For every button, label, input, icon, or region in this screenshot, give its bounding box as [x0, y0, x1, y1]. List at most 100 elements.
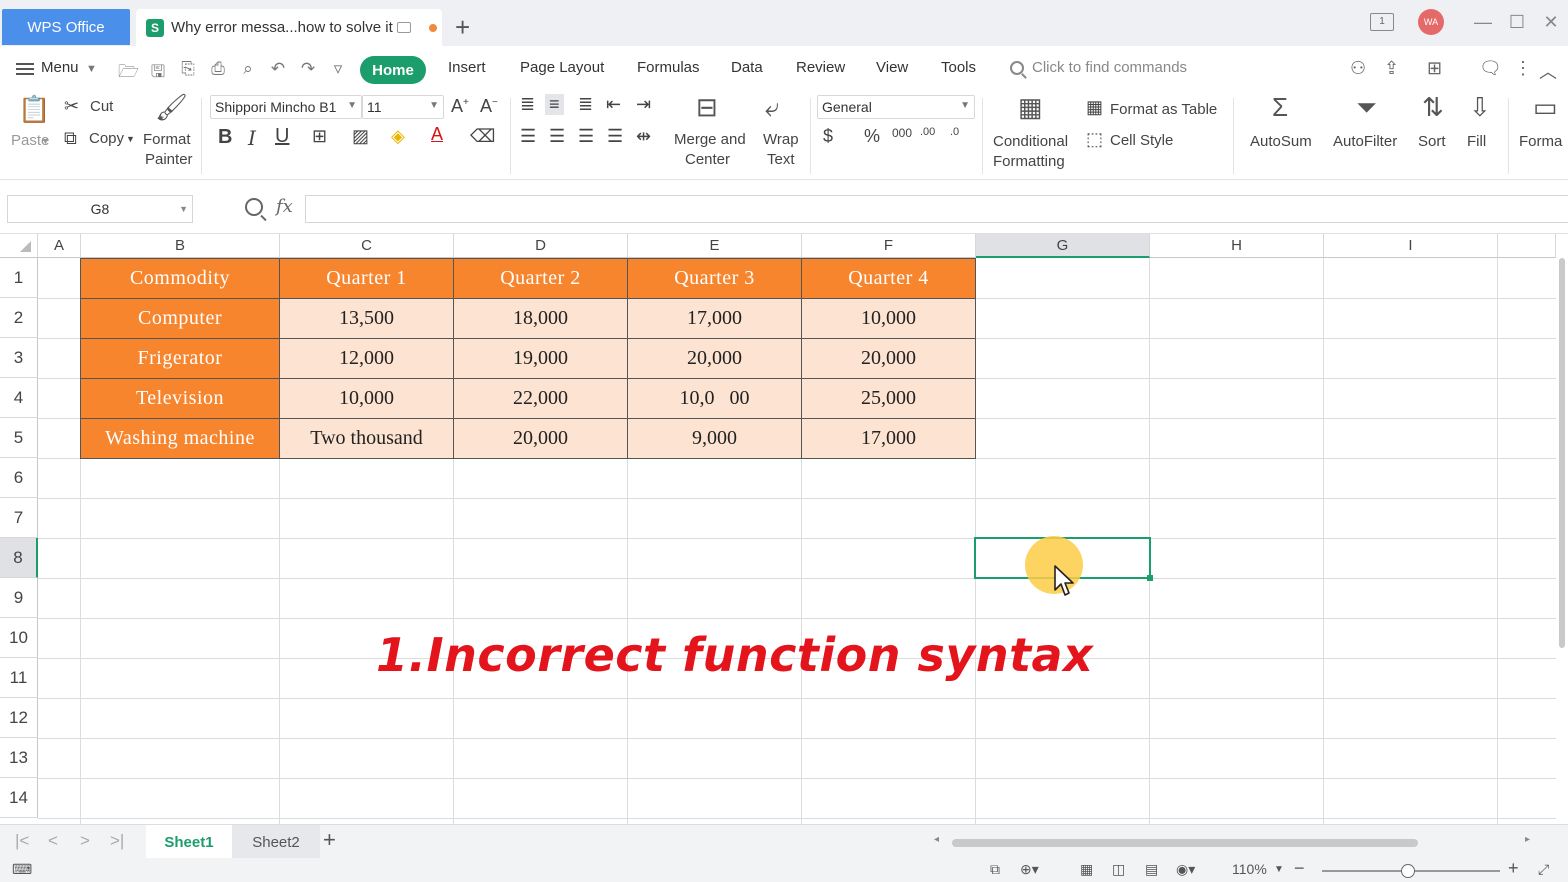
first-sheet-icon[interactable]: |< — [15, 831, 29, 851]
print-icon[interactable]: ⎙ — [208, 59, 228, 88]
column-header-d[interactable]: D — [454, 234, 628, 258]
align-bottom-icon[interactable]: ≣ — [578, 94, 593, 115]
normal-view-icon[interactable]: ▦ — [1080, 861, 1093, 878]
value-cell[interactable]: 22,000 — [454, 379, 628, 419]
tab-insert[interactable]: Insert — [448, 59, 486, 76]
row-header-12[interactable]: 12 — [0, 698, 38, 738]
vertical-scrollbar[interactable] — [1556, 234, 1568, 824]
macro-record-icon[interactable]: ⌨ — [12, 861, 32, 878]
fill-handle[interactable] — [1147, 575, 1153, 581]
select-all-corner[interactable] — [0, 234, 38, 258]
column-header-f[interactable]: F — [802, 234, 976, 258]
zoom-out-icon[interactable]: − — [1294, 858, 1305, 879]
tab-data[interactable]: Data — [731, 59, 763, 76]
row-header-10[interactable]: 10 — [0, 618, 38, 658]
cell-style-button[interactable]: Cell Style — [1110, 132, 1173, 149]
vertical-scroll-thumb[interactable] — [1559, 258, 1565, 648]
scroll-left-icon[interactable]: ◂ — [934, 834, 939, 845]
column-header-g[interactable]: G — [976, 234, 1150, 258]
font-size-select[interactable]: 11 ▼ — [362, 95, 444, 119]
decrease-indent-icon[interactable]: ⇤ — [606, 94, 621, 115]
menu-chevron-down-icon[interactable]: ▼ — [86, 63, 97, 75]
align-left-icon[interactable]: ☰ — [520, 126, 536, 147]
tab-home[interactable]: Home — [360, 56, 426, 84]
maximize-icon[interactable]: ☐ — [1500, 12, 1534, 33]
share-user-icon[interactable]: ⚇ — [1350, 58, 1366, 79]
conditional-formatting-button[interactable]: Conditional — [993, 133, 1068, 150]
bold-icon[interactable]: B — [218, 126, 232, 149]
row-header-1[interactable]: 1 — [0, 258, 38, 298]
zoom-chevron-down-icon[interactable]: ▼ — [1274, 864, 1284, 875]
zoom-level[interactable]: 110% — [1232, 861, 1267, 877]
formula-input[interactable] — [305, 195, 1568, 223]
minimize-icon[interactable]: — — [1466, 12, 1500, 33]
autosum-button[interactable]: AutoSum — [1250, 133, 1312, 150]
font-name-select[interactable]: Shippori Mincho B1 ▼ — [210, 95, 362, 119]
value-cell[interactable]: 25,000 — [802, 379, 976, 419]
value-cell[interactable]: 19,000 — [454, 339, 628, 379]
paging-icon[interactable]: ⧉ — [990, 861, 1000, 878]
page-break-view-icon[interactable]: ▤ — [1145, 861, 1158, 878]
column-header-b[interactable]: B — [81, 234, 280, 258]
value-cell[interactable]: 10,000 — [280, 379, 454, 419]
command-search[interactable]: Click to find commands — [1010, 59, 1187, 76]
justify-icon[interactable]: ☰ — [607, 126, 623, 147]
table-header-cell[interactable]: Commodity — [81, 259, 280, 299]
value-cell[interactable]: 20,000 — [628, 339, 802, 379]
decrease-font-icon[interactable]: A− — [480, 96, 498, 117]
hamburger-icon[interactable] — [16, 63, 34, 75]
underline-icon[interactable]: U — [275, 125, 289, 148]
export-icon[interactable]: ⇪ — [1384, 58, 1399, 79]
fill-color-icon[interactable]: ◈ — [391, 126, 405, 147]
customize-toolbar-icon[interactable]: ▿ — [328, 59, 348, 88]
value-cell[interactable]: 17,000 — [802, 419, 976, 459]
sheet-tab-sheet2[interactable]: Sheet2 — [232, 825, 320, 859]
commodity-cell[interactable]: Computer — [81, 299, 280, 339]
sort-button[interactable]: Sort — [1418, 133, 1446, 150]
value-cell[interactable]: 17,000 — [628, 299, 802, 339]
value-cell[interactable]: 12,000 — [280, 339, 454, 379]
row-header-11[interactable]: 11 — [0, 658, 38, 698]
next-sheet-icon[interactable]: > — [80, 831, 90, 851]
copy-button[interactable]: Copy — [89, 130, 124, 147]
save-icon[interactable]: 🖫 — [148, 59, 168, 88]
column-header-i[interactable]: I — [1324, 234, 1498, 258]
print-preview-icon[interactable]: ⌕ — [238, 59, 258, 88]
row-header-5[interactable]: 5 — [0, 418, 38, 458]
eye-protection-icon[interactable]: ◉▾ — [1176, 861, 1195, 878]
commodity-cell[interactable]: Frigerator — [81, 339, 280, 379]
new-tab-button[interactable]: + — [455, 12, 470, 42]
value-cell[interactable]: 9,000 — [628, 419, 802, 459]
zoom-in-icon[interactable]: + — [1508, 858, 1519, 879]
increase-decimal-icon[interactable]: .00 — [920, 126, 935, 138]
comment-icon[interactable]: 🗨 — [1479, 58, 1502, 79]
format-brush-icon[interactable]: ⎘ — [178, 59, 198, 88]
table-header-cell[interactable]: Quarter 1 — [280, 259, 454, 299]
column-header-c[interactable]: C — [280, 234, 454, 258]
column-header-a[interactable]: A — [38, 234, 81, 258]
increase-font-icon[interactable]: A+ — [451, 96, 469, 117]
fill-button[interactable]: Fill — [1467, 133, 1486, 150]
page-layout-view-icon[interactable]: ◫ — [1112, 861, 1125, 878]
row-header-8[interactable]: 8 — [0, 538, 38, 578]
tab-view[interactable]: View — [876, 59, 908, 76]
value-cell[interactable]: 13,500 — [280, 299, 454, 339]
currency-icon[interactable]: $ — [823, 126, 833, 147]
format-as-table-button[interactable]: Format as Table — [1110, 101, 1217, 118]
wrap-text-button[interactable]: Wrap — [763, 131, 799, 148]
paste-icon[interactable]: 📋 — [18, 94, 50, 125]
merge-center-button[interactable]: Merge and — [674, 131, 746, 148]
row-header-3[interactable]: 3 — [0, 338, 38, 378]
table-header-cell[interactable]: Quarter 4 — [802, 259, 976, 299]
clear-format-icon[interactable]: ⌫ — [470, 126, 495, 147]
row-header-2[interactable]: 2 — [0, 298, 38, 338]
add-sheet-button[interactable]: + — [323, 827, 336, 853]
column-header-e[interactable]: E — [628, 234, 802, 258]
tab-review[interactable]: Review — [796, 59, 845, 76]
open-folder-icon[interactable]: 🗁 — [118, 59, 139, 88]
redo-icon[interactable]: ↷ — [298, 59, 318, 88]
italic-icon[interactable]: I — [248, 126, 256, 150]
menu-button[interactable]: Menu — [41, 59, 79, 76]
font-color-icon[interactable]: A — [431, 124, 443, 145]
horizontal-scroll-thumb[interactable] — [952, 839, 1418, 847]
